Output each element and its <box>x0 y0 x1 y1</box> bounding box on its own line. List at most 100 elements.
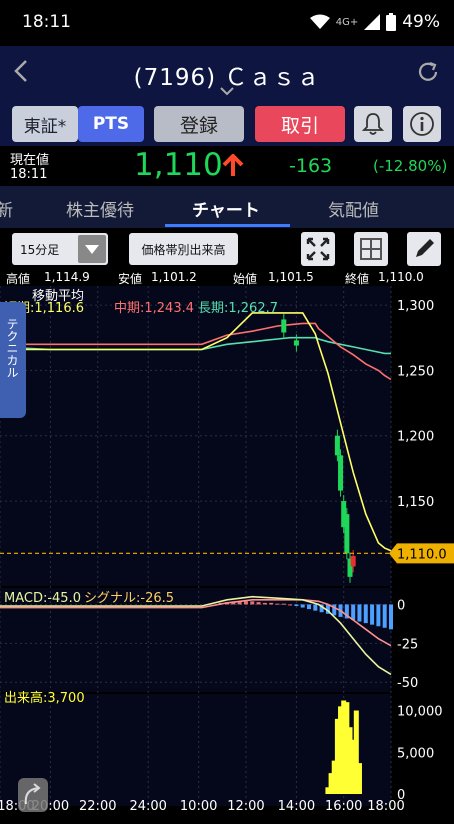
time-axis-tick: 16:00 <box>325 799 362 814</box>
market-pts-button[interactable]: PTS <box>78 106 144 142</box>
fullscreen-button[interactable] <box>301 232 335 266</box>
open-value: 1,101.5 <box>268 270 314 284</box>
technical-label: テクニカル <box>5 318 19 378</box>
price-axis-tick: 1,200 <box>397 430 434 445</box>
price-axis-tick: 1,250 <box>397 364 434 379</box>
alert-button[interactable] <box>354 106 392 142</box>
interval-select[interactable]: 15分足 <box>12 233 108 265</box>
ohlc-row: 高値 1,114.9 安値 1,101.2 始値 1,101.5 終値 1,11… <box>0 270 454 286</box>
info-icon <box>410 112 434 136</box>
price-axis-tick: 1,300 <box>397 299 434 314</box>
pts-label: PTS <box>92 114 130 134</box>
macd-legend: MACD:-45.0 <box>4 591 81 606</box>
candle-body <box>334 435 340 456</box>
stock-chart[interactable]: 1,3001,2501,2001,1501,110.0移動平均短期:1,116.… <box>0 286 454 824</box>
quote-time: 18:11 <box>10 167 48 182</box>
macd-histogram-bar <box>275 603 280 605</box>
interval-label: 15分足 <box>20 243 60 257</box>
close-label: 終値 <box>345 272 370 286</box>
rotate-icon <box>24 783 41 805</box>
macd-histogram-bar <box>269 602 274 605</box>
volume-axis-tick: 5,000 <box>397 746 434 761</box>
tab-quote-board[interactable]: 気配値 <box>328 196 379 221</box>
macd-histogram-bar <box>370 604 375 625</box>
current-price: 1,110 <box>134 147 223 183</box>
macd-histogram-bar <box>250 601 255 605</box>
time-axis-tick: 12:00 <box>227 799 264 814</box>
quote-label: 現在値 <box>10 153 50 168</box>
bell-icon <box>362 113 384 135</box>
signal-legend: シグナル:-26.5 <box>84 591 174 606</box>
candle-body <box>338 455 344 491</box>
active-tab-indicator <box>165 224 290 227</box>
draw-button[interactable] <box>407 232 441 266</box>
close-value: 1,110.0 <box>378 270 424 284</box>
up-arrow-icon <box>222 154 244 176</box>
toolbar: 東証* PTS 登録 取引 <box>0 102 454 146</box>
price-axis-tick: 1,150 <box>397 495 434 510</box>
time-axis-tick: 14:00 <box>278 799 315 814</box>
macd-histogram-bar <box>294 604 299 606</box>
macd-histogram-bar <box>300 604 305 608</box>
trade-button[interactable]: 取引 <box>255 106 345 142</box>
register-button[interactable]: 登録 <box>154 106 244 142</box>
network-label: 4G+ <box>335 16 359 28</box>
low-value: 1,101.2 <box>151 270 197 284</box>
macd-histogram-bar <box>281 603 286 605</box>
chevron-down-icon[interactable] <box>219 86 235 96</box>
price-change-percent: (-12.80%) <box>373 157 448 175</box>
info-button[interactable] <box>403 106 441 142</box>
tab-chart[interactable]: チャート <box>192 196 260 221</box>
macd-histogram-bar <box>307 604 312 610</box>
open-label: 始値 <box>233 272 258 286</box>
time-axis-tick: 18:00 <box>367 799 404 814</box>
trade-label: 取引 <box>280 114 319 137</box>
mid-ma-legend: 中期:1,243.4 <box>114 301 194 316</box>
layout-button[interactable] <box>354 232 388 266</box>
technical-side-tab[interactable]: テクニカル <box>0 302 26 418</box>
long-ma-legend: 長期:1,262.7 <box>198 301 278 316</box>
market-tse-button[interactable]: 東証* <box>12 106 78 142</box>
low-label: 安値 <box>118 272 143 286</box>
tab-bar: 新 株主優待 チャート 気配値 <box>0 186 454 228</box>
macd-histogram-bar <box>351 604 356 620</box>
candle-body <box>293 340 299 346</box>
time-axis-tick: 10:00 <box>180 799 217 814</box>
price-band-label: 価格帯別出来高 <box>141 242 226 257</box>
macd-axis-tick: 0 <box>397 598 405 613</box>
battery-icon <box>386 13 397 31</box>
dropdown-triangle-icon <box>85 245 99 254</box>
macd-histogram-bar <box>376 604 381 627</box>
time-axis-tick: 22:00 <box>79 799 116 814</box>
battery-percent: 49% <box>402 12 440 32</box>
price-change: -163 <box>289 155 333 177</box>
macd-histogram-bar <box>243 601 248 605</box>
macd-histogram-bar <box>363 604 368 624</box>
high-label: 高値 <box>6 272 31 286</box>
macd-histogram-bar <box>262 602 267 605</box>
quote-row: 現在値 18:11 1,110 -163 (-12.80%) <box>0 146 454 186</box>
status-icons: 4G+ 49% <box>309 12 440 32</box>
wifi-icon <box>309 14 330 29</box>
macd-histogram-bar <box>382 604 387 628</box>
register-label: 登録 <box>179 114 218 137</box>
rotate-button[interactable] <box>18 778 48 812</box>
macd-histogram-bar <box>288 604 293 606</box>
macd-histogram-bar <box>256 602 261 605</box>
volume-legend: 出来高:3,700 <box>4 690 85 706</box>
price-band-volume-button[interactable]: 価格帯別出来高 <box>129 233 238 265</box>
app-header: (7196) Ｃａｓａ <box>0 46 454 102</box>
macd-histogram-bar <box>313 604 318 611</box>
pencil-icon <box>416 239 434 257</box>
tab-shareholder-benefits[interactable]: 株主優待 <box>66 196 134 221</box>
tse-label: 東証* <box>23 116 67 137</box>
refresh-icon[interactable] <box>416 60 440 84</box>
interval-dropdown[interactable] <box>78 235 106 263</box>
high-value: 1,114.9 <box>44 270 90 284</box>
macd-axis-tick: -25 <box>397 637 418 652</box>
chart-controls: 15分足 価格帯別出来高 <box>0 228 454 270</box>
signal-icon <box>364 14 381 30</box>
tab-news[interactable]: 新 <box>0 196 13 221</box>
status-bar: 18:11 4G+ 49% <box>0 0 454 46</box>
macd-histogram-bar <box>389 604 393 630</box>
